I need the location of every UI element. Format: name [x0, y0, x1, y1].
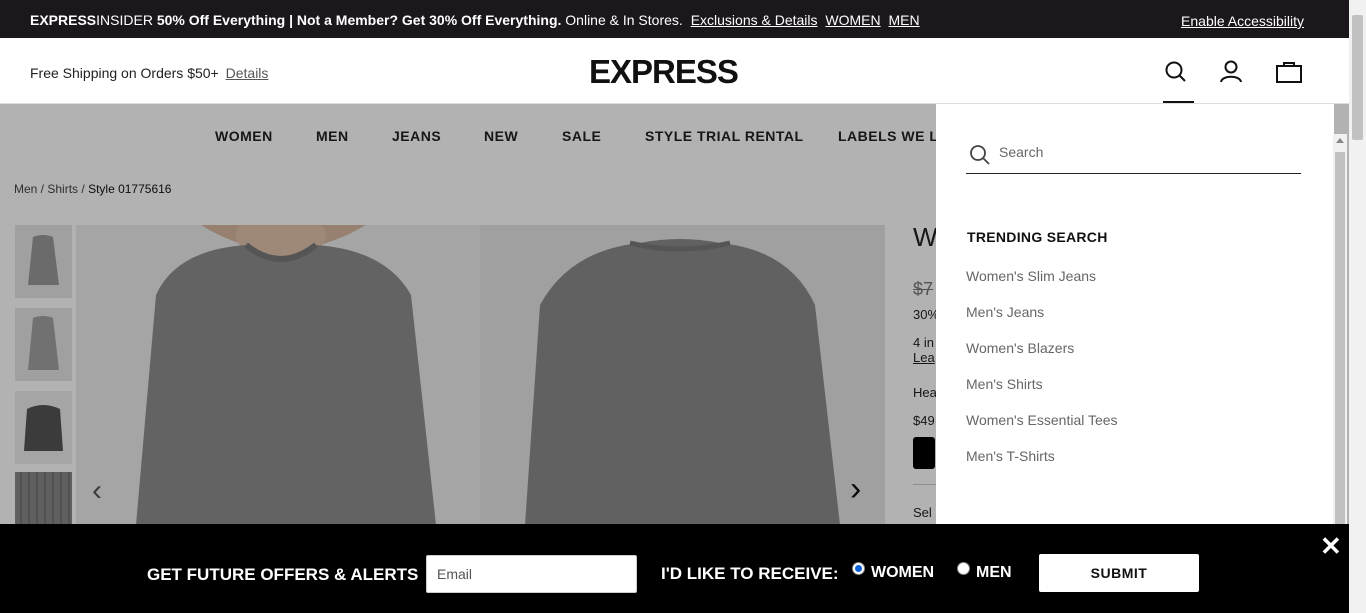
men-radio[interactable]	[957, 562, 970, 575]
trending-item[interactable]: Men's Shirts	[966, 376, 1043, 392]
submit-button[interactable]: SUBMIT	[1039, 554, 1199, 592]
trending-item[interactable]: Women's Slim Jeans	[966, 268, 1096, 284]
offers-signup-bar: GET FUTURE OFFERS & ALERTS I'D LIKE TO R…	[0, 524, 1349, 613]
site-header: Free Shipping on Orders $50+ Details EXP…	[0, 38, 1349, 104]
receive-label: I'D LIKE TO RECEIVE:	[661, 564, 839, 583]
women-radio-label[interactable]: WOMEN	[871, 564, 934, 582]
search-panel-scrollbar[interactable]	[1333, 134, 1347, 524]
exclusions-link[interactable]: Exclusions & Details	[691, 12, 818, 28]
close-icon[interactable]: ✕	[1320, 533, 1342, 559]
page-scrollbar-thumb[interactable]	[1352, 15, 1363, 140]
scroll-up-arrow-icon[interactable]	[1336, 138, 1344, 143]
express-logo[interactable]: EXPRESS	[589, 53, 739, 91]
shipping-details-link[interactable]: Details	[226, 65, 269, 81]
promo-brand-bold: EXPRESS	[30, 12, 97, 28]
promo-brand-rest: INSIDER	[96, 12, 153, 28]
email-field[interactable]	[426, 555, 637, 593]
search-panel-scrollbar-thumb[interactable]	[1335, 152, 1345, 524]
search-panel: TRENDING SEARCH Women's Slim Jeans Men's…	[936, 104, 1334, 524]
men-radio-label[interactable]: MEN	[976, 564, 1012, 582]
trending-item[interactable]: Men's Jeans	[966, 304, 1044, 320]
promo-where: Online & In Stores.	[565, 12, 683, 28]
page-scrollbar[interactable]	[1349, 0, 1366, 613]
trending-item[interactable]: Men's T-Shirts	[966, 448, 1055, 464]
promo-men-link[interactable]: MEN	[889, 12, 920, 28]
promo-women-link[interactable]: WOMEN	[825, 12, 880, 28]
free-shipping-text: Free Shipping on Orders $50+	[30, 65, 219, 81]
signup-label: GET FUTURE OFFERS & ALERTS	[147, 565, 419, 584]
search-input[interactable]	[999, 144, 1289, 160]
account-icon[interactable]	[1217, 58, 1245, 86]
shopping-bag-icon[interactable]	[1275, 58, 1303, 86]
search-field	[966, 137, 1301, 174]
search-icon[interactable]	[1162, 58, 1190, 86]
search-active-indicator	[1163, 101, 1194, 103]
trending-item[interactable]: Women's Essential Tees	[966, 412, 1118, 428]
free-shipping-notice: Free Shipping on Orders $50+ Details	[30, 65, 268, 81]
promo-bar: EXPRESSINSIDER 50% Off Everything | Not …	[0, 0, 1349, 38]
enable-accessibility-link[interactable]: Enable Accessibility	[1181, 13, 1304, 29]
promo-message: EXPRESSINSIDER 50% Off Everything | Not …	[30, 12, 920, 28]
trending-item[interactable]: Women's Blazers	[966, 340, 1074, 356]
promo-offer: 50% Off Everything | Not a Member? Get 3…	[156, 12, 562, 28]
trending-search-heading: TRENDING SEARCH	[967, 229, 1108, 245]
women-radio[interactable]	[852, 562, 865, 575]
search-icon	[968, 143, 992, 172]
